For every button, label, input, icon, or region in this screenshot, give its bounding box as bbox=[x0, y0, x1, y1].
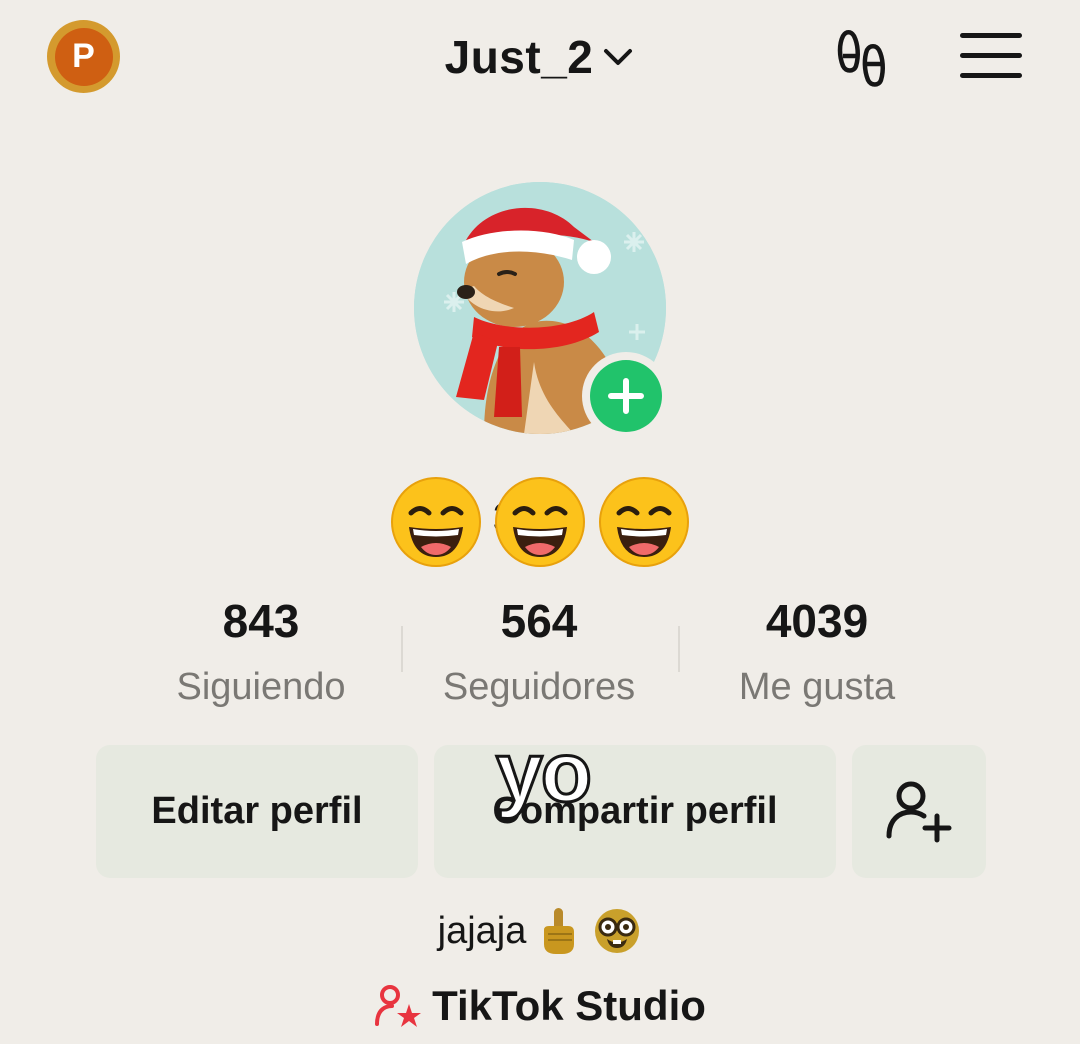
followers-label: Seguidores bbox=[442, 666, 636, 708]
likes-count: 4039 bbox=[765, 595, 869, 647]
stat-following[interactable]: 843 Siguiendo bbox=[122, 594, 400, 709]
profile-screen: P Just_2 s 3 843 Siguiendo 564 Seguidore… bbox=[0, 0, 1080, 1044]
add-user-icon bbox=[886, 781, 952, 842]
profile-stats: 843 Siguiendo 564 Seguidores 4039 Me gus… bbox=[122, 594, 958, 709]
likes-label: Me gusta bbox=[738, 666, 896, 708]
plus-icon bbox=[590, 360, 662, 432]
nerd-face-emoji bbox=[595, 909, 640, 953]
edit-profile-label: Editar perfil bbox=[151, 790, 363, 832]
studio-label: TikTok Studio bbox=[432, 982, 706, 1029]
username: Just_2 bbox=[444, 31, 594, 83]
studio-creator-icon bbox=[375, 985, 422, 1027]
following-count: 843 bbox=[222, 595, 300, 647]
overlay-caption: yo bbox=[494, 725, 593, 819]
account-switcher[interactable]: Just_2 bbox=[0, 30, 1080, 84]
stat-followers[interactable]: 564 Seguidores bbox=[400, 594, 678, 709]
menu-icon[interactable] bbox=[960, 33, 1022, 79]
grinning-face-emoji bbox=[495, 477, 585, 567]
share-profile-button[interactable]: Compartir perfil bbox=[434, 745, 836, 878]
tiktok-studio-link[interactable]: TikTok Studio bbox=[0, 982, 1080, 1030]
stat-likes[interactable]: 4039 Me gusta bbox=[678, 594, 956, 709]
stat-divider bbox=[678, 626, 680, 672]
stat-divider bbox=[401, 626, 403, 672]
bio-text: jajaja bbox=[437, 909, 527, 952]
grinning-face-emoji bbox=[599, 477, 689, 567]
bio: jajaja bbox=[0, 906, 1080, 956]
add-story-button[interactable] bbox=[582, 352, 670, 440]
following-label: Siguiendo bbox=[176, 666, 346, 708]
edit-profile-button[interactable]: Editar perfil bbox=[96, 745, 418, 878]
chevron-down-icon bbox=[604, 49, 633, 65]
add-friend-button[interactable] bbox=[852, 745, 986, 878]
grinning-face-emoji bbox=[391, 477, 481, 567]
nickname-emojis bbox=[0, 476, 1080, 568]
followers-count: 564 bbox=[500, 595, 578, 647]
footprint-icon[interactable] bbox=[834, 28, 896, 90]
index-pointing-up-emoji bbox=[544, 908, 575, 954]
